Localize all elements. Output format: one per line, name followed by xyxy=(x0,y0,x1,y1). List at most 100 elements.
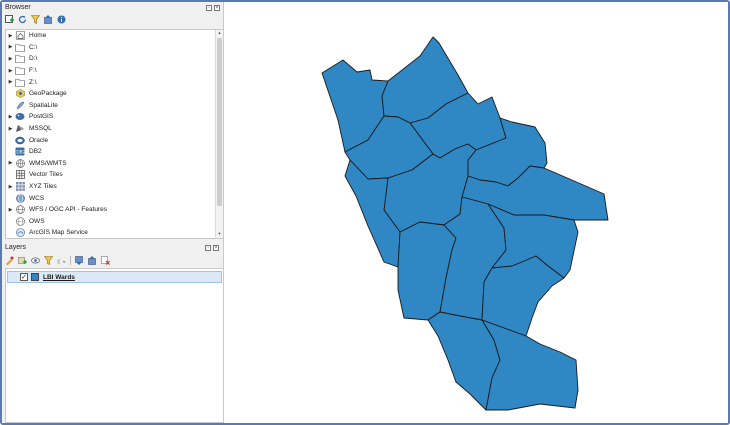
expand-arrow-icon[interactable]: ▶ xyxy=(6,33,15,39)
layer-row-lbi-wards[interactable]: ✓ LBI Wards xyxy=(7,271,222,283)
browser-item-home[interactable]: ▶ Home xyxy=(6,30,223,42)
browser-item-label: D:\ xyxy=(29,55,38,63)
map-svg xyxy=(321,36,609,411)
browser-item-label: Vector Tiles xyxy=(29,171,63,179)
xyz-tiles-icon xyxy=(15,182,25,191)
browser-item-wfs-ogc-api-features[interactable]: ▶ WFS / OGC API - Features xyxy=(6,204,223,216)
browser-item-label: C:\ xyxy=(29,43,38,51)
browser-item-vector-tiles[interactable]: Vector Tiles xyxy=(6,169,223,181)
expand-arrow-icon[interactable]: ▶ xyxy=(6,160,15,166)
browser-item-c[interactable]: ▶ C:\ xyxy=(6,42,223,54)
browser-item-label: SpatiaLite xyxy=(29,101,58,109)
db2-icon: DB2 xyxy=(15,147,25,156)
browser-item-label: F:\ xyxy=(29,67,37,75)
browser-item-label: ArcGIS Map Service xyxy=(29,229,88,237)
browser-item-geopackage[interactable]: GeoPackage xyxy=(6,88,223,100)
folder-icon xyxy=(15,66,25,75)
browser-scrollbar[interactable]: ▲ ▼ xyxy=(215,30,223,238)
filter-expression-icon[interactable]: ε xyxy=(57,256,66,265)
browser-toolbar xyxy=(2,13,223,26)
collapse-all-layers-icon[interactable] xyxy=(88,256,97,265)
browser-item-label: WMS/WMTS xyxy=(29,159,67,167)
browser-item-oracle[interactable]: Oracle xyxy=(6,134,223,146)
browser-item-label: WFS / OGC API - Features xyxy=(29,206,108,214)
expand-arrow-icon[interactable]: ▶ xyxy=(6,207,15,213)
browser-item-label: DB2 xyxy=(29,148,42,156)
filter-icon[interactable] xyxy=(31,15,40,24)
browser-item-postgis[interactable]: ▶ PostGIS xyxy=(6,111,223,123)
browser-item-label: Oracle xyxy=(29,136,49,144)
browser-item-label: GeoPackage xyxy=(29,90,67,98)
wfs-icon xyxy=(15,205,25,215)
browser-item-label: WCS xyxy=(29,194,45,202)
svg-text:DB2: DB2 xyxy=(16,150,25,156)
refresh-icon[interactable] xyxy=(18,15,27,24)
oracle-icon xyxy=(15,136,25,145)
browser-close-button[interactable]: × xyxy=(214,4,220,11)
add-selected-layers-icon[interactable] xyxy=(5,15,14,24)
browser-item-wcs[interactable]: WCS xyxy=(6,192,223,204)
mssql-icon xyxy=(15,124,25,133)
layers-panel-header: Layers ▫ × xyxy=(2,242,222,253)
svg-text:ε: ε xyxy=(57,258,61,266)
ows-icon xyxy=(15,216,25,226)
expand-arrow-icon[interactable]: ▶ xyxy=(6,44,15,50)
remove-layer-icon[interactable] xyxy=(101,256,110,265)
expand-all-icon[interactable] xyxy=(75,256,84,265)
folder-icon xyxy=(15,54,25,64)
layer-visibility-checkbox[interactable]: ✓ xyxy=(20,273,28,281)
browser-item-label: Z:\ xyxy=(29,78,37,86)
browser-item-arcgis-map-service[interactable]: ArcGIS Map Service xyxy=(6,227,223,238)
left-dock: Browser ▫ × ▶ Home ▶ C:\ ▶ D:\ ▶ F:\ ▶ Z:\ GeoPack… xyxy=(2,2,224,423)
browser-item-label: PostGIS xyxy=(29,113,54,121)
wms-icon xyxy=(15,159,25,168)
browser-panel-title: Browser xyxy=(5,4,31,11)
browser-item-spatialite[interactable]: SpatiaLite xyxy=(6,100,223,112)
folder-icon xyxy=(15,43,25,52)
browser-item-wms-wmts[interactable]: ▶ WMS/WMTS xyxy=(6,158,223,170)
expand-arrow-icon[interactable]: ▶ xyxy=(6,126,15,132)
expand-arrow-icon[interactable]: ▶ xyxy=(6,114,15,120)
expand-arrow-icon[interactable]: ▶ xyxy=(6,79,15,85)
browser-item-z[interactable]: ▶ Z:\ xyxy=(6,76,223,88)
browser-item-ows[interactable]: OWS xyxy=(6,216,223,228)
browser-item-d[interactable]: ▶ D:\ xyxy=(6,53,223,65)
layer-name[interactable]: LBI Wards xyxy=(43,274,75,281)
layers-close-button[interactable]: × xyxy=(213,244,219,251)
spatialite-icon xyxy=(15,101,25,110)
add-group-icon[interactable] xyxy=(18,256,27,265)
browser-item-label: XYZ Tiles xyxy=(29,183,57,191)
layer-filter-icon[interactable] xyxy=(44,256,53,265)
layer-styling-icon[interactable] xyxy=(5,256,14,265)
browser-item-f[interactable]: ▶ F:\ xyxy=(6,65,223,77)
browser-panel-header: Browser ▫ × xyxy=(2,2,223,13)
map-canvas[interactable] xyxy=(227,2,728,423)
home-icon xyxy=(15,31,25,41)
browser-item-db2[interactable]: DB2 DB2 xyxy=(6,146,223,158)
expand-arrow-icon[interactable]: ▶ xyxy=(6,56,15,62)
postgis-icon xyxy=(15,112,25,121)
browser-tree[interactable]: ▶ Home ▶ C:\ ▶ D:\ ▶ F:\ ▶ Z:\ GeoPackage SpatiaLit… xyxy=(5,29,224,239)
vector-tiles-icon xyxy=(15,170,25,180)
browser-float-button[interactable]: ▫ xyxy=(206,4,212,11)
info-icon[interactable] xyxy=(57,15,66,24)
layers-float-button[interactable]: ▫ xyxy=(205,244,211,251)
geopackage-icon xyxy=(15,89,25,99)
browser-item-label: MSSQL xyxy=(29,125,52,133)
folder-icon xyxy=(15,78,25,87)
collapse-all-icon[interactable] xyxy=(44,15,53,24)
scroll-down-arrow-icon[interactable]: ▼ xyxy=(216,231,223,238)
layers-tree[interactable]: ✓ LBI Wards xyxy=(5,268,224,423)
manage-map-themes-icon[interactable] xyxy=(31,256,40,265)
expand-arrow-icon[interactable]: ▶ xyxy=(6,68,15,74)
expand-arrow-icon[interactable]: ▶ xyxy=(6,184,15,190)
layers-panel-title: Layers xyxy=(5,244,27,251)
browser-scrollbar-thumb[interactable] xyxy=(217,38,222,206)
scroll-up-arrow-icon[interactable]: ▲ xyxy=(216,30,223,37)
wcs-icon xyxy=(15,193,25,203)
browser-item-xyz-tiles[interactable]: ▶ XYZ Tiles xyxy=(6,181,223,193)
browser-item-mssql[interactable]: ▶ MSSQL xyxy=(6,123,223,135)
layers-toolbar: ε xyxy=(2,254,222,267)
browser-item-label: Home xyxy=(29,32,47,40)
layer-symbol-swatch[interactable] xyxy=(31,273,39,281)
